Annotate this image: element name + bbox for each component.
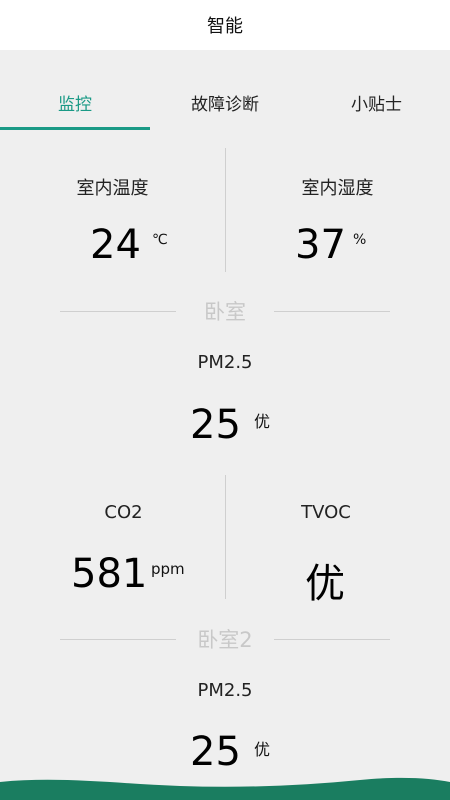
temperature-label: 室内温度 (76, 178, 149, 199)
humidity-unit: % (353, 232, 367, 248)
climate-divider (225, 148, 226, 272)
room-name: 卧室2 (197, 628, 253, 652)
pm25-label: PM2.5 (197, 680, 253, 701)
humidity-value: 37 (295, 222, 346, 268)
co2-value: 581 (71, 551, 148, 597)
title-line-right (274, 639, 390, 640)
title-line-left (60, 639, 176, 640)
room-name: 卧室 (204, 300, 246, 324)
bottom-wave (0, 777, 450, 800)
tab-tips[interactable]: 小贴士 (300, 74, 450, 130)
tvoc-value: 优 (305, 561, 345, 607)
pm25-value: 25 (190, 729, 241, 775)
app-header: 智能 (0, 0, 450, 50)
air-divider (225, 475, 226, 599)
humidity-label: 室内湿度 (301, 178, 374, 199)
tab-label: 故障诊断 (191, 94, 259, 115)
pm25-label: PM2.5 (197, 352, 253, 373)
room-title: 卧室 (0, 296, 450, 326)
title-line-left (60, 311, 176, 312)
tab-monitor[interactable]: 监控 (0, 74, 150, 130)
tab-label: 小贴士 (351, 94, 402, 115)
co2-unit: ppm (151, 560, 185, 578)
pm25-grade: 优 (254, 412, 271, 431)
pm25-grade: 优 (254, 740, 271, 759)
temperature-unit: ℃ (152, 232, 168, 248)
page-title: 智能 (207, 16, 243, 37)
tvoc-label: TVOC (301, 502, 351, 523)
tab-bar: 监控 故障诊断 小贴士 (0, 74, 450, 130)
pm25-value: 25 (190, 402, 241, 448)
room-title: 卧室2 (0, 624, 450, 654)
tab-diagnosis[interactable]: 故障诊断 (150, 74, 300, 130)
tab-label: 监控 (58, 94, 92, 115)
title-line-right (274, 311, 390, 312)
co2-label: CO2 (104, 502, 143, 523)
temperature-value: 24 (90, 222, 141, 268)
